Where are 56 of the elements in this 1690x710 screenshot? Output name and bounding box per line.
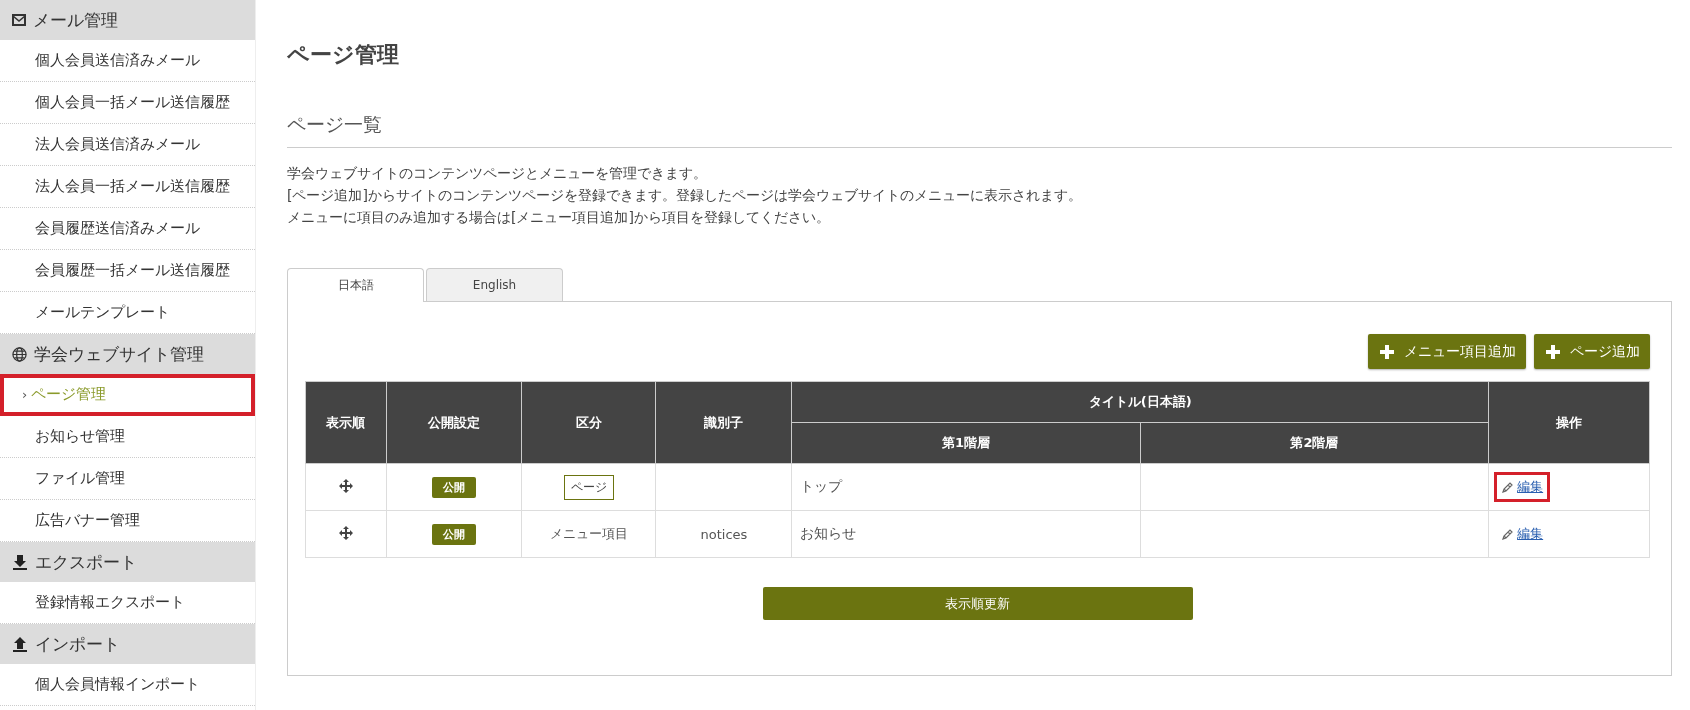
- section-label: 学会ウェブサイト管理: [34, 342, 204, 366]
- page-title: ページ管理: [287, 41, 400, 69]
- plus-icon: [1380, 344, 1394, 359]
- column-header: 操作: [1488, 381, 1650, 464]
- item-label: 会員履歴送信済みメール: [35, 219, 200, 238]
- language-tab[interactable]: English: [426, 268, 563, 301]
- item-label: 法人会員送信済みメール: [35, 135, 200, 154]
- move-icon[interactable]: [338, 478, 353, 493]
- chevron-icon: ›: [22, 387, 28, 402]
- pencil-icon: [1501, 480, 1515, 494]
- move-icon[interactable]: [338, 525, 353, 540]
- item-label: 個人会員情報インポート: [35, 675, 200, 694]
- identifier-text: notices: [700, 526, 748, 542]
- sidebar-item[interactable]: › ページ管理: [0, 374, 255, 416]
- column-header: 識別子: [656, 381, 792, 464]
- item-label: 登録情報エクスポート: [35, 593, 185, 612]
- column-header: タイトル(日本語): [791, 381, 1489, 423]
- pencil-icon: [1501, 527, 1515, 541]
- download-icon: [12, 554, 28, 570]
- item-label: メールテンプレート: [35, 303, 170, 322]
- item-label: 会員履歴一括メール送信履歴: [35, 261, 230, 280]
- status-badge: 公開: [431, 476, 476, 498]
- description-text: 学会ウェブサイトのコンテンツページとメニューを管理できます。: [287, 164, 708, 183]
- column-header: 公開設定: [386, 381, 522, 464]
- section-label: メール管理: [33, 8, 118, 32]
- status-badge: 公開: [431, 523, 476, 545]
- category-tag: ページ: [563, 474, 614, 500]
- edit-link[interactable]: 編集: [1517, 525, 1544, 543]
- title-text: お知らせ: [800, 525, 857, 541]
- description-text: [ページ追加]からサイトのコンテンツページを登録できます。登録したページは学会ウェブサイトのメニューに表示されます。: [287, 186, 1083, 205]
- item-label: ページ管理: [31, 385, 107, 404]
- plus-icon: [1546, 344, 1560, 359]
- add-button[interactable]: ページ追加: [1534, 334, 1650, 369]
- item-label: 法人会員一括メール送信履歴: [35, 177, 230, 196]
- item-label: 個人会員送信済みメール: [35, 51, 200, 70]
- item-label: 広告バナー管理: [35, 511, 140, 530]
- globe-icon: [12, 346, 27, 362]
- language-tab[interactable]: 日本語: [287, 268, 424, 302]
- column-header: 表示順: [305, 381, 387, 464]
- description-text: メニューに項目のみ追加する場合は[メニュー項目追加]から項目を登録してください。: [287, 208, 831, 227]
- section-label: エクスポート: [35, 550, 137, 574]
- section-label: インポート: [35, 632, 120, 656]
- add-button[interactable]: メニュー項目追加: [1368, 334, 1526, 369]
- section-title: ページ一覧: [287, 112, 1672, 148]
- column-header: 第1階層: [791, 422, 1141, 464]
- upload-icon: [12, 636, 28, 652]
- column-header: 区分: [521, 381, 656, 464]
- item-label: ファイル管理: [35, 469, 125, 488]
- column-header: 第2階層: [1140, 422, 1489, 464]
- update-order-button[interactable]: 表示順更新: [762, 587, 1193, 620]
- mail-icon: [12, 14, 26, 26]
- title-text: トップ: [800, 478, 843, 494]
- item-label: お知らせ管理: [35, 427, 125, 446]
- item-label: 個人会員一括メール送信履歴: [35, 93, 230, 112]
- category-text: メニュー項目: [549, 526, 628, 541]
- edit-link[interactable]: 編集: [1517, 478, 1544, 496]
